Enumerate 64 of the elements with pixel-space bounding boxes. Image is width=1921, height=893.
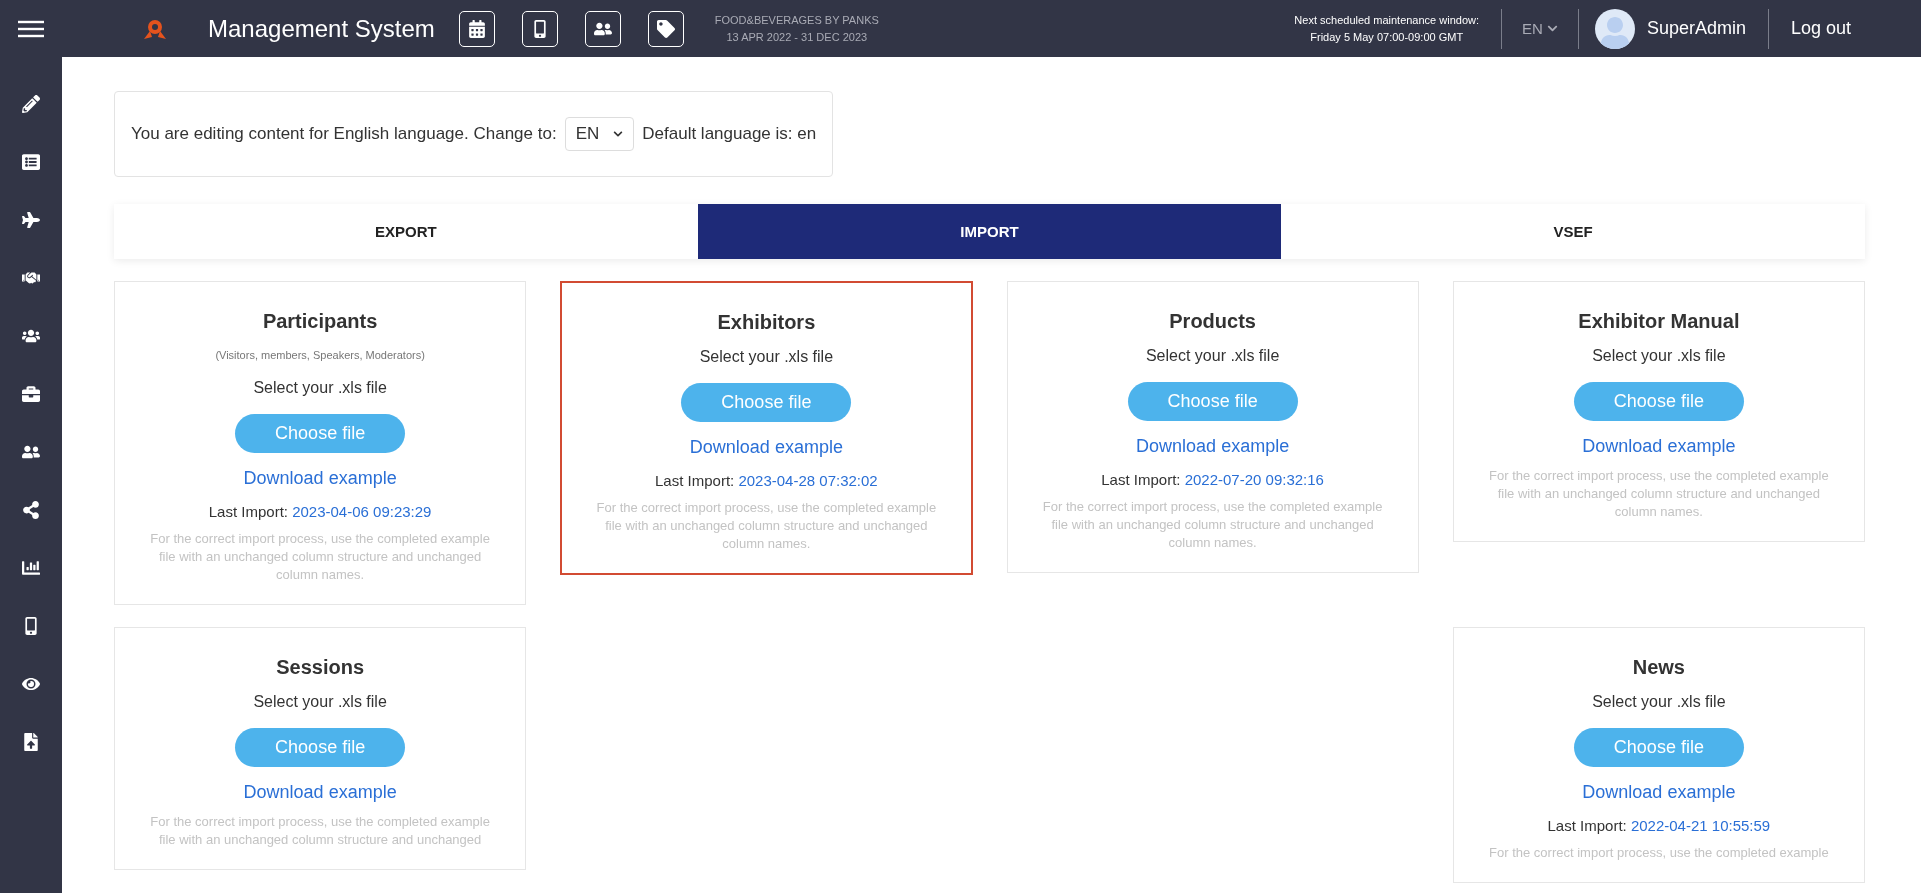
maintenance-label: Next scheduled maintenance window: [1294, 12, 1480, 28]
download-link[interactable]: Download example [689, 437, 843, 458]
eye-icon[interactable] [22, 675, 40, 693]
download-link[interactable]: Download example [1582, 782, 1736, 803]
app-title: Management System [208, 14, 435, 43]
download-link[interactable]: Download example [1136, 436, 1290, 457]
group-icon[interactable] [22, 327, 40, 345]
download-link[interactable]: Download example [243, 468, 397, 489]
file-prompt: Select your .xls file [1145, 347, 1280, 365]
chevron-icon [613, 129, 624, 139]
calendar-button[interactable] [458, 10, 495, 47]
tag-icon [656, 19, 675, 38]
last-import: Last Import: 2022-07-20 09:32:16 [1101, 471, 1324, 488]
tab[interactable]: EXPORT [114, 204, 698, 259]
card-title: Exhibitors [717, 311, 816, 334]
card-title: Participants [262, 310, 378, 333]
users-button[interactable] [584, 10, 621, 47]
download-link[interactable]: Download example [243, 782, 397, 803]
briefcase-icon[interactable] [22, 385, 40, 403]
file-prompt: Select your .xls file [253, 693, 387, 711]
users-icon[interactable] [22, 443, 40, 461]
import-hint: For the correct import process, use the completed example file with an unchanged column structure and unchanged [150, 813, 491, 849]
menu-icon[interactable] [18, 19, 44, 38]
file-prompt: Select your .xls file [253, 379, 387, 397]
import-hint: For the correct import process, use the completed example [1489, 844, 1829, 862]
maintenance-time: Friday 5 May 07:00-09:00 GMT [1310, 29, 1464, 45]
avatar-icon [1594, 8, 1635, 49]
file-prompt: Select your .xls file [1592, 693, 1726, 711]
bar-chart-icon[interactable] [22, 559, 40, 577]
last-import: Last Import: 2022-04-21 10:55:59 [1547, 817, 1771, 834]
language-dropdown[interactable]: EN [1502, 20, 1578, 37]
file-prompt: Select your .xls file [699, 348, 834, 366]
last-import: Last Import: 2023-04-06 09:23:29 [208, 503, 432, 520]
phone-button[interactable] [521, 10, 558, 47]
chevron-icon [1546, 23, 1558, 34]
default-language: Default language is: en [642, 124, 817, 144]
import-hint: For the correct import process, use the completed example file with an unchanged column structure and unchanged column names. [596, 499, 937, 553]
card-title: News [1632, 656, 1685, 679]
user-name: SuperAdmin [1646, 18, 1746, 39]
card-title: Exhibitor Manual [1578, 310, 1740, 333]
logout-link[interactable]: Log out [1790, 18, 1851, 39]
file-prompt: Select your .xls file [1592, 347, 1726, 365]
list-icon[interactable] [22, 153, 40, 171]
airplane-icon[interactable] [22, 211, 40, 229]
pencil-icon[interactable] [22, 95, 40, 113]
tag-button[interactable] [647, 10, 684, 47]
calendar-icon [467, 19, 486, 38]
event-name: FOOD&BEVERAGES BY PANKS [714, 12, 879, 28]
tab[interactable]: IMPORT [697, 204, 1282, 259]
tab[interactable]: VSEF [1281, 204, 1865, 259]
import-hint: For the correct import process, use the completed example file with an unchanged column structure and unchanged column names. [1488, 467, 1829, 521]
card-title: Sessions [276, 656, 365, 679]
card-subtitle: (Visitors, members, Speakers, Moderators) [215, 349, 425, 361]
import-hint: For the correct import process, use the completed example file with an unchanged column structure and unchanged column names. [150, 530, 491, 584]
card-title: Products [1169, 310, 1256, 333]
file-upload-icon[interactable] [22, 733, 40, 751]
phone-icon[interactable] [22, 617, 40, 635]
language-notice: You are editing content for English language. Change to: [131, 124, 557, 144]
share-icon[interactable] [22, 501, 40, 519]
last-import: Last Import: 2023-04-28 07:32:02 [655, 472, 878, 489]
language-select[interactable]: EN [564, 117, 635, 151]
import-hint: For the correct import process, use the completed example file with an unchanged column structure and unchanged column names. [1042, 498, 1383, 552]
download-link[interactable]: Download example [1582, 436, 1736, 457]
event-dates: 13 APR 2022 - 31 DEC 2023 [726, 29, 868, 45]
